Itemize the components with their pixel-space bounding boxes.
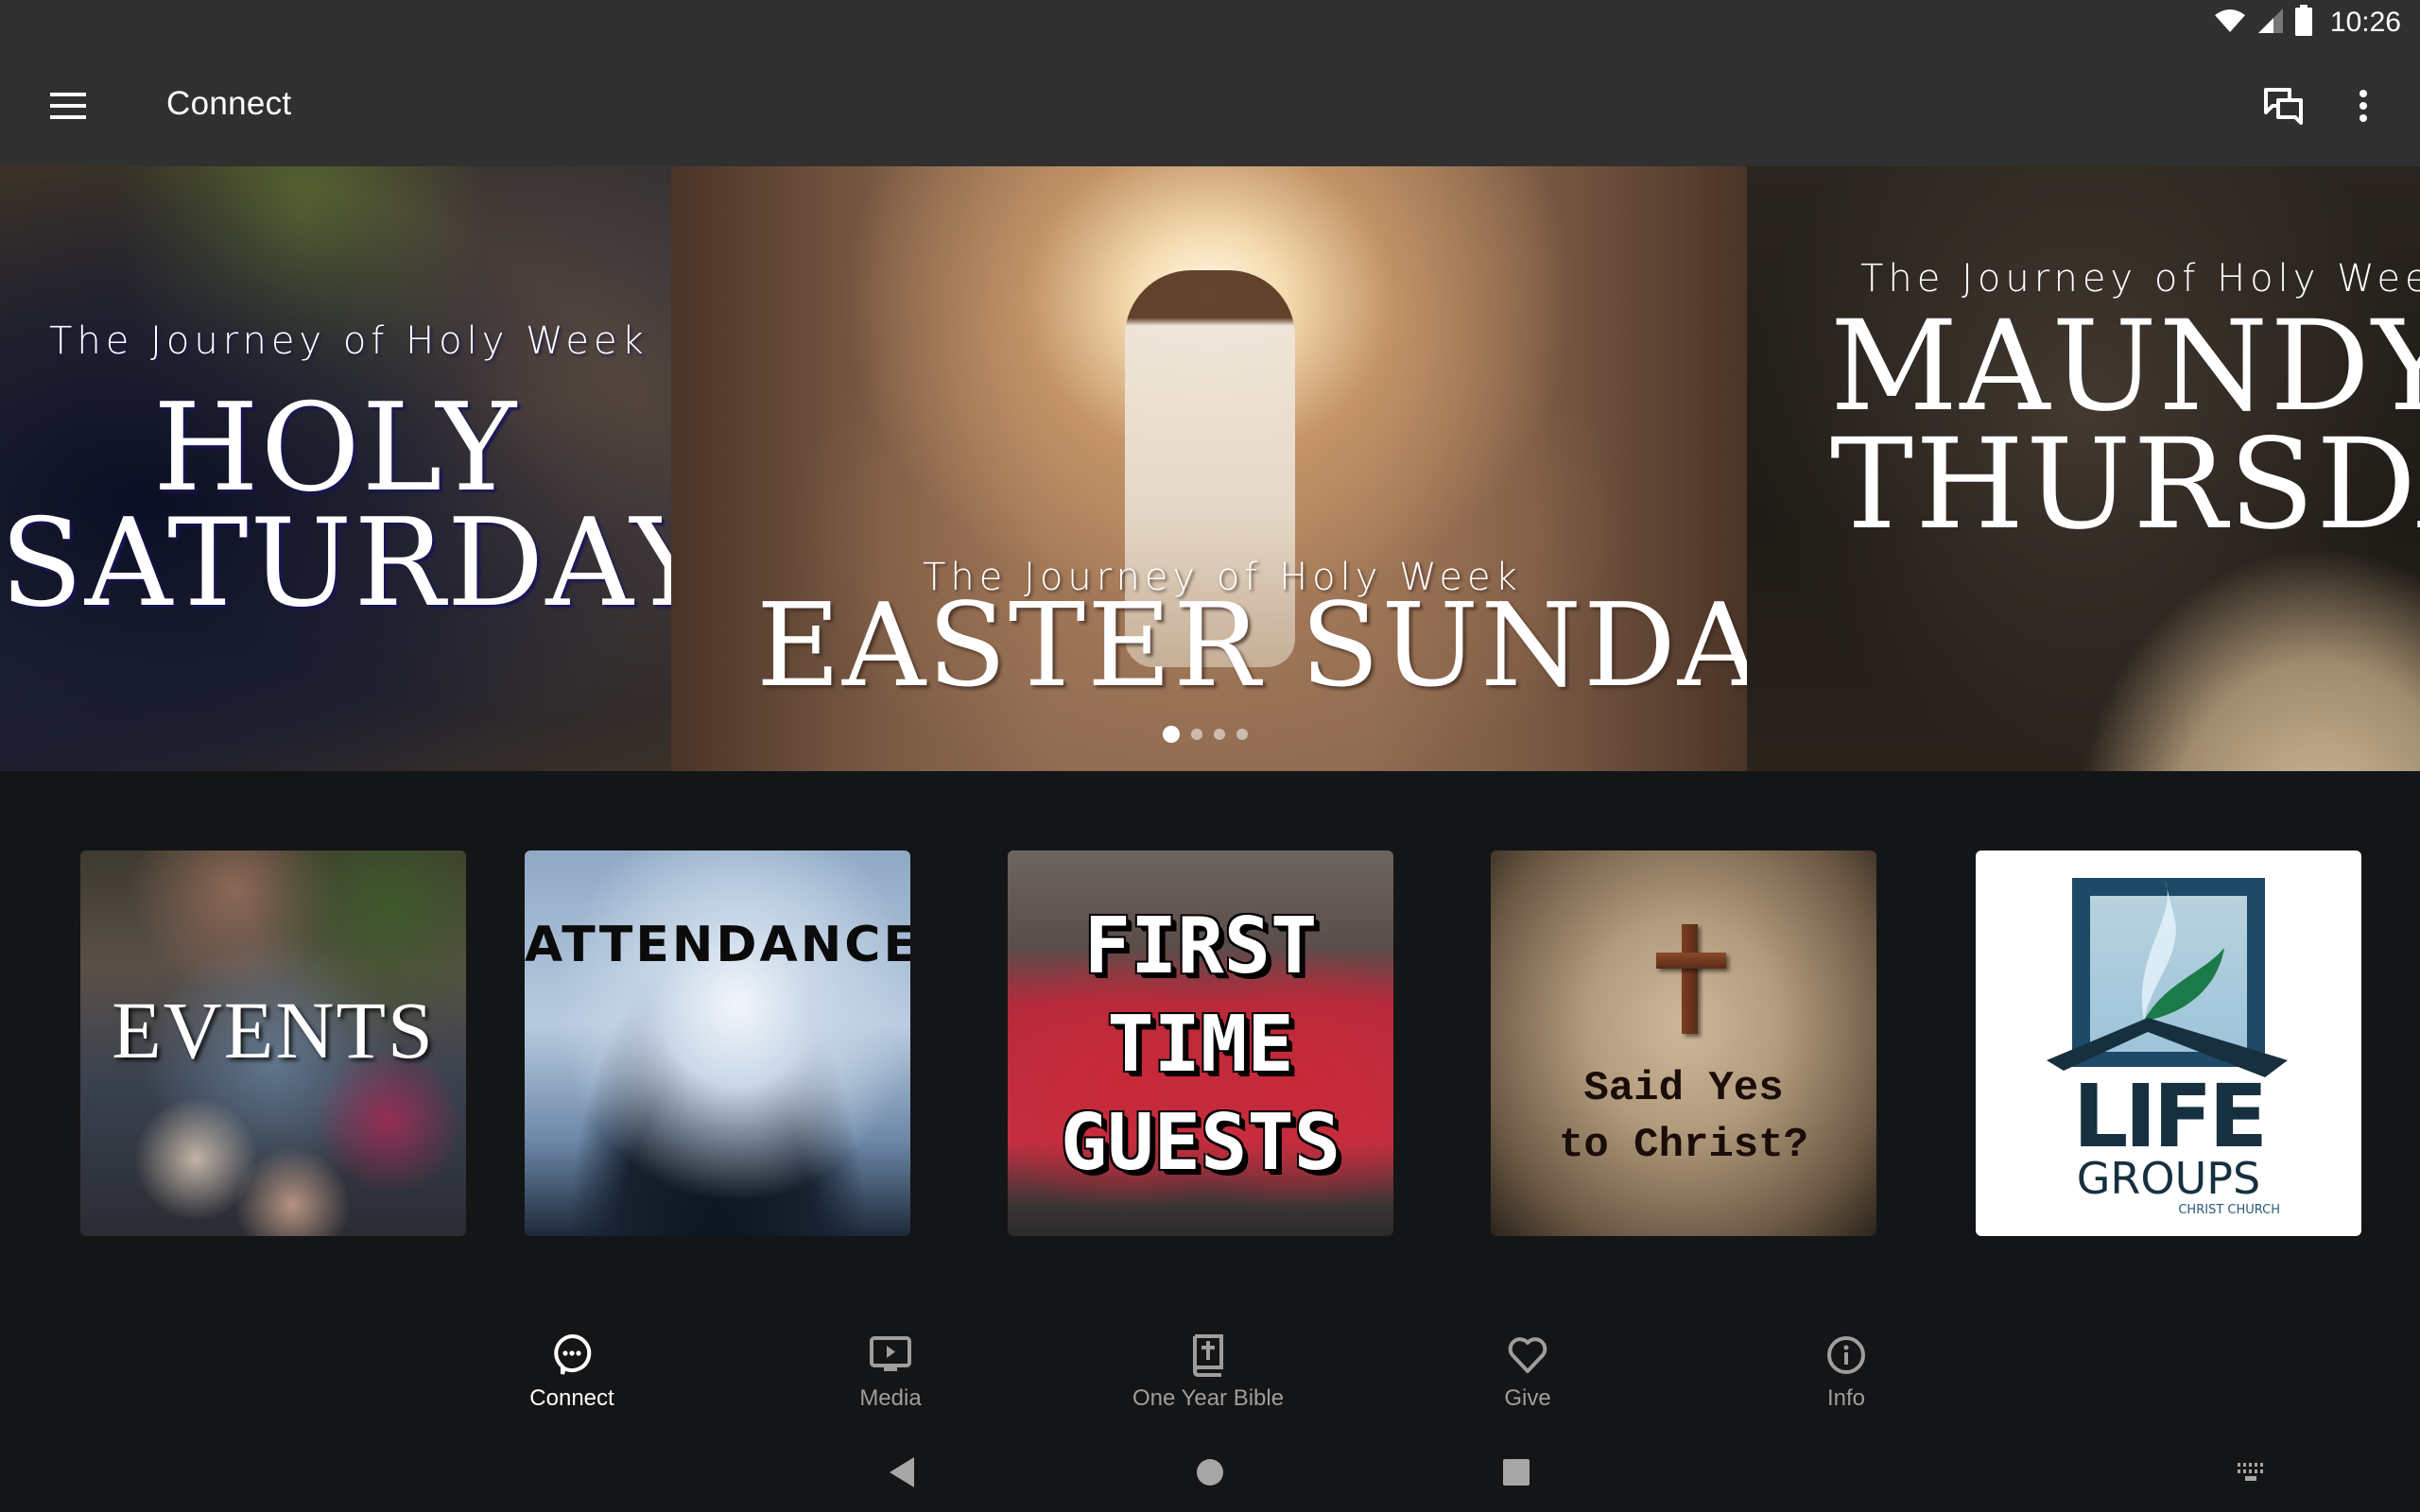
chat-bubbles-icon [2263, 87, 2305, 129]
banner-carousel[interactable]: The Journey of Holy Week Holy Saturday T… [0, 166, 2420, 771]
tile-label: ATTENDANCE [525, 917, 910, 973]
carousel-slide-easter-sunday[interactable]: The Journey of Holy Week Easter Sunday [671, 166, 1747, 771]
nav-tab-info[interactable]: Info [1704, 1314, 1988, 1427]
nav-label: Give [1504, 1385, 1551, 1411]
tile-label: FIRST TIME GUESTS [1060, 902, 1341, 1188]
status-icons: 10:26 [2213, 4, 2401, 42]
back-button[interactable] [873, 1446, 930, 1503]
tv-play-icon [868, 1332, 913, 1378]
slide-title-line-2: Saturday [0, 492, 671, 634]
page-dot-3[interactable] [1214, 729, 1225, 740]
slide-title-line-2: Thursday [1830, 412, 2420, 558]
page-dot-4[interactable] [1236, 729, 1248, 740]
life-groups-title: LIFE [2072, 1066, 2269, 1167]
system-navigation-bar [0, 1427, 2420, 1512]
nav-tab-media[interactable]: Media [749, 1314, 1032, 1427]
nav-tab-give[interactable]: Give [1386, 1314, 1669, 1427]
slide-title-line-1: Maundy [1830, 294, 2420, 439]
carousel-slide-maundy-thursday[interactable]: The Journey of Holy Week Maundy Thursday [1747, 166, 2420, 771]
back-icon [888, 1456, 916, 1493]
nav-label: One Year Bible [1132, 1385, 1285, 1411]
tile-events[interactable]: EVENTS [80, 850, 466, 1236]
slide-title-line-1: Holy [153, 378, 518, 519]
carousel-page-indicator [1163, 726, 1248, 743]
page-title: Connect [166, 85, 292, 122]
bible-icon [1185, 1332, 1231, 1378]
tile-label: EVENTS [112, 985, 435, 1075]
battery-icon [2294, 4, 2313, 42]
tile-life-groups[interactable]: LIFE GROUPS CHRIST CHURCH [1976, 850, 2361, 1236]
recents-button[interactable] [1488, 1446, 1545, 1503]
status-bar: 10:26 [0, 0, 2420, 45]
page-dot-1[interactable] [1163, 726, 1180, 743]
status-time: 10:26 [2329, 7, 2401, 38]
nav-label: Info [1826, 1385, 1866, 1411]
info-icon [1824, 1332, 1869, 1378]
home-icon [1196, 1458, 1224, 1491]
life-groups-org: CHRIST CHURCH [2178, 1203, 2280, 1217]
connect-tiles: EVENTS ATTENDANCE FIRST TIME GUESTS Said… [0, 850, 2420, 1236]
cell-signal-icon [2256, 7, 2285, 40]
nav-tab-one-year-bible[interactable]: One Year Bible [1066, 1314, 1350, 1427]
cross-icon [1656, 924, 1726, 1038]
wifi-icon [2213, 8, 2247, 39]
overflow-vertical-icon [2358, 89, 2369, 128]
tile-first-time-guests[interactable]: FIRST TIME GUESTS [1008, 850, 1393, 1236]
carousel-slide-holy-saturday[interactable]: The Journey of Holy Week Holy Saturday [0, 166, 671, 771]
bottom-navigation: Connect Media One Year Bible Give Info [0, 1314, 2420, 1427]
hamburger-menu-icon [50, 92, 86, 124]
slide-title: Easter Sunday [756, 578, 1747, 713]
nav-label: Media [859, 1385, 922, 1411]
slide-kicker: The Journey of Holy Week [49, 319, 648, 363]
keyboard-icon [2237, 1462, 2267, 1487]
recents-icon [1502, 1458, 1530, 1491]
nav-label: Connect [529, 1385, 614, 1411]
keyboard-switch-button[interactable] [2223, 1446, 2280, 1503]
home-button[interactable] [1182, 1446, 1238, 1503]
slide-title: Holy Saturday [0, 378, 671, 634]
tile-said-yes-to-christ[interactable]: Said Yes to Christ? [1491, 850, 1876, 1236]
chat-button[interactable] [2254, 77, 2314, 138]
more-options-button[interactable] [2333, 77, 2394, 138]
navigation-menu-button[interactable] [38, 77, 98, 138]
tile-attendance[interactable]: ATTENDANCE [525, 850, 910, 1236]
heart-icon [1505, 1332, 1550, 1378]
app-toolbar: Connect [0, 45, 2420, 166]
slide-title: Maundy Thursday [1830, 294, 2420, 558]
tile-label: Said Yes to Christ? [1558, 1065, 1809, 1169]
nav-tab-connect[interactable]: Connect [430, 1314, 714, 1427]
page-dot-2[interactable] [1191, 729, 1202, 740]
chat-bubble-dots-icon [549, 1332, 595, 1378]
life-groups-subtitle: GROUPS [2076, 1153, 2261, 1204]
